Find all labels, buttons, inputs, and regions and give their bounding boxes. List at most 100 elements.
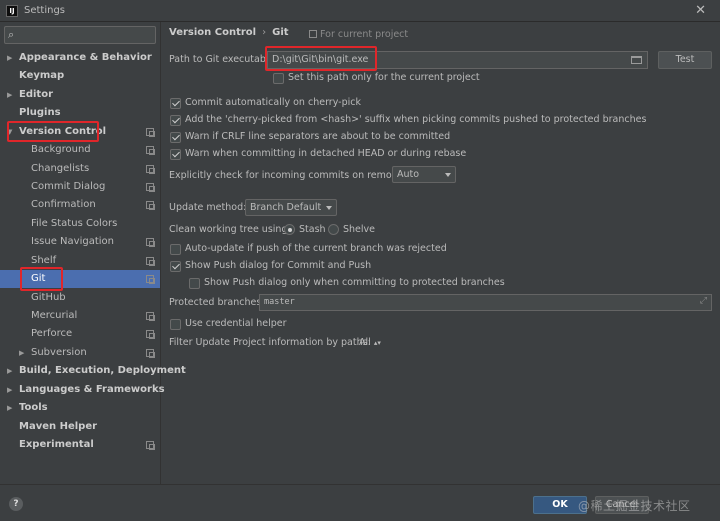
- update-method-combo[interactable]: Branch Default: [245, 199, 337, 216]
- sidebar-item-label: Perforce: [31, 328, 73, 339]
- filter-update-dropdown[interactable]: All ▴▾: [359, 337, 381, 348]
- sidebar-item-version-control[interactable]: ▼ Version Control: [0, 123, 160, 141]
- warn-crlf-checkbox[interactable]: Warn if CRLF line separators are about t…: [170, 131, 550, 145]
- checkbox-label: Show Push dialog only when committing to…: [204, 277, 505, 288]
- git-path-label: Path to Git executable:: [169, 54, 278, 65]
- sidebar-item-changelists[interactable]: Changelists: [0, 160, 160, 178]
- sidebar-item-label: Issue Navigation: [31, 236, 114, 247]
- update-method-value: Branch Default: [250, 202, 322, 213]
- sidebar-item-background[interactable]: Background: [0, 141, 160, 159]
- filter-update-label: Filter Update Project information by pat…: [169, 337, 371, 348]
- checkbox-box[interactable]: [170, 244, 181, 255]
- settings-sidebar: ⌕ ▶ Appearance & Behavior Keymap ▶ Edito…: [0, 22, 186, 484]
- checkbox-box[interactable]: [189, 278, 200, 289]
- title-bar: IJ Settings ✕: [0, 0, 720, 22]
- checkbox-box[interactable]: [170, 98, 181, 109]
- sidebar-item-git[interactable]: Git: [0, 270, 160, 288]
- warn-detached-head-checkbox[interactable]: Warn when committing in detached HEAD or…: [170, 148, 550, 162]
- checkbox-label: Commit automatically on cherry-pick: [185, 97, 361, 108]
- git-path-value: D:\git\Git\bin\git.exe: [272, 54, 369, 65]
- expand-arrow-icon: ▶: [7, 91, 13, 99]
- sidebar-item-editor[interactable]: ▶ Editor: [0, 86, 160, 104]
- shelve-label: Shelve: [343, 224, 376, 235]
- checkbox-label: Warn when committing in detached HEAD or…: [185, 148, 467, 159]
- stash-radio[interactable]: [284, 224, 295, 235]
- browse-folder-icon[interactable]: [631, 56, 642, 64]
- sidebar-item-build-execution-deployment[interactable]: ▶ Build, Execution, Deployment: [0, 362, 186, 380]
- breadcrumb-version-control[interactable]: Version Control: [169, 27, 256, 38]
- project-scope-icon: [146, 349, 155, 358]
- sidebar-item-keymap[interactable]: Keymap: [0, 67, 160, 85]
- protected-branches-value: master: [264, 297, 295, 307]
- sidebar-item-subversion[interactable]: ▶ Subversion: [0, 344, 160, 362]
- project-scope-icon: [146, 201, 155, 210]
- stash-label: Stash: [299, 224, 326, 235]
- sidebar-item-github[interactable]: GitHub: [0, 289, 160, 307]
- project-scope-icon: [146, 183, 155, 192]
- sidebar-item-file-status-colors[interactable]: File Status Colors: [0, 215, 160, 233]
- expand-arrow-icon: ▶: [7, 367, 13, 375]
- checkbox-box[interactable]: [170, 319, 181, 330]
- sidebar-item-label: Keymap: [19, 70, 65, 81]
- sidebar-item-label: Subversion: [31, 347, 87, 358]
- expand-arrow-icon: ▶: [7, 54, 13, 62]
- checkbox-label: Set this path only for the current proje…: [288, 72, 480, 83]
- update-method-label: Update method:: [169, 202, 247, 213]
- checkbox-box[interactable]: [170, 132, 181, 143]
- sidebar-item-label: Version Control: [19, 126, 107, 137]
- sidebar-item-maven-helper[interactable]: Maven Helper: [0, 418, 160, 436]
- window-title: Settings: [24, 5, 66, 16]
- watermark: @稀土掘金技术社区: [578, 499, 691, 513]
- checkbox-label: Show Push dialog for Commit and Push: [185, 260, 372, 271]
- breadcrumb-separator: ›: [262, 27, 267, 38]
- filter-update-value: All: [359, 337, 371, 348]
- sidebar-item-tools[interactable]: ▶ Tools: [0, 399, 160, 417]
- commit-on-cherry-pick-checkbox[interactable]: Commit automatically on cherry-pick: [170, 97, 550, 111]
- sidebar-item-shelf[interactable]: Shelf: [0, 252, 160, 270]
- checkbox-box[interactable]: [170, 115, 181, 126]
- sidebar-item-label: Tools: [19, 402, 48, 413]
- settings-search-input[interactable]: [23, 28, 153, 42]
- sidebar-item-perforce[interactable]: Perforce: [0, 325, 160, 343]
- protected-branches-field[interactable]: master ⤢: [259, 294, 712, 311]
- sidebar-item-commit-dialog[interactable]: Commit Dialog: [0, 178, 160, 196]
- close-icon[interactable]: ✕: [695, 3, 706, 18]
- dialog-footer: ? OK Cancel @稀土掘金技术社区: [0, 484, 720, 521]
- sidebar-item-experimental[interactable]: Experimental: [0, 436, 160, 454]
- checkbox-box[interactable]: [170, 149, 181, 160]
- sidebar-item-issue-navigation[interactable]: Issue Navigation: [0, 233, 160, 251]
- git-path-field[interactable]: D:\git\Git\bin\git.exe: [267, 51, 648, 69]
- sidebar-item-plugins[interactable]: Plugins: [0, 104, 160, 122]
- search-icon: ⌕: [8, 28, 15, 41]
- sidebar-item-label: File Status Colors: [31, 218, 118, 229]
- show-push-dialog-checkbox[interactable]: Show Push dialog for Commit and Push: [170, 260, 550, 274]
- checkbox-box[interactable]: [170, 261, 181, 272]
- sidebar-item-mercurial[interactable]: Mercurial: [0, 307, 160, 325]
- show-push-protected-only-checkbox[interactable]: Show Push dialog only when committing to…: [189, 277, 569, 291]
- shelve-radio[interactable]: [328, 224, 339, 235]
- expand-arrow-icon: ▶: [19, 349, 25, 357]
- chevron-down-icon: [326, 206, 332, 210]
- expand-arrow-icon: ▶: [7, 404, 13, 412]
- sidebar-item-confirmation[interactable]: Confirmation: [0, 196, 160, 214]
- sidebar-item-languages-frameworks[interactable]: ▶ Languages & Frameworks: [0, 381, 165, 399]
- auto-update-on-reject-checkbox[interactable]: Auto-update if push of the current branc…: [170, 243, 550, 257]
- expand-field-icon[interactable]: ⤢: [700, 296, 707, 306]
- set-path-project-only-checkbox[interactable]: Set this path only for the current proje…: [273, 72, 573, 86]
- incoming-commits-value: Auto: [397, 169, 420, 180]
- sidebar-item-label: Confirmation: [31, 199, 96, 210]
- project-scope-icon: [309, 30, 317, 38]
- help-icon[interactable]: ?: [9, 497, 23, 511]
- project-scope-icon: [146, 330, 155, 339]
- checkbox-box[interactable]: [273, 73, 284, 84]
- sidebar-item-label: Plugins: [19, 107, 61, 118]
- settings-search-box[interactable]: ⌕: [4, 26, 156, 44]
- use-credential-helper-checkbox[interactable]: Use credential helper: [170, 318, 470, 332]
- project-scope-icon: [146, 257, 155, 266]
- test-button[interactable]: Test: [658, 51, 712, 69]
- sidebar-item-appearance-behavior[interactable]: ▶ Appearance & Behavior: [0, 49, 160, 67]
- checkbox-label: Use credential helper: [185, 318, 287, 329]
- breadcrumb-git: Git: [272, 27, 289, 38]
- cherry-picked-suffix-checkbox[interactable]: Add the 'cherry-picked from <hash>' suff…: [170, 114, 715, 128]
- incoming-commits-combo[interactable]: Auto: [392, 166, 456, 183]
